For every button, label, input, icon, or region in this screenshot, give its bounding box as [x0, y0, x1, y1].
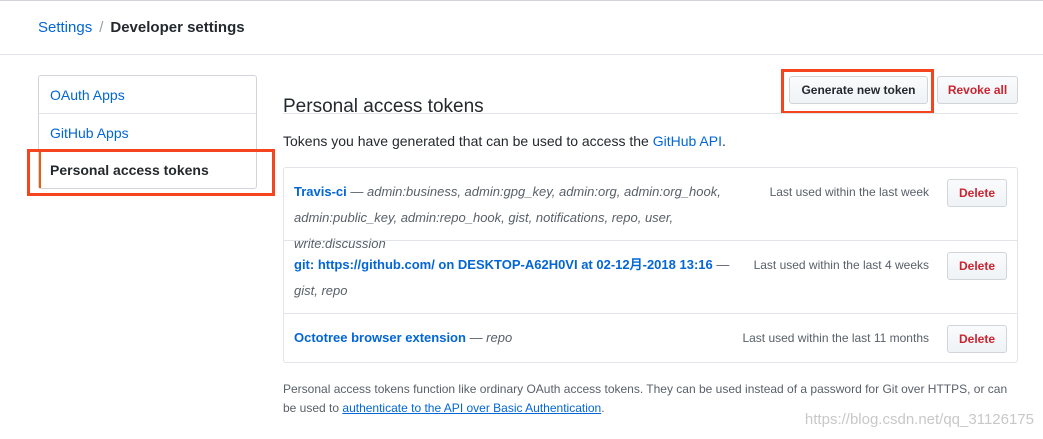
header-divider — [0, 54, 1043, 55]
token-name-link[interactable]: Travis-ci — [294, 184, 347, 199]
generate-new-token-button[interactable]: Generate new token — [789, 76, 928, 104]
token-name-link[interactable]: Octotree browser extension — [294, 330, 466, 345]
token-description: git: https://github.com/ on DESKTOP-A62H… — [294, 252, 739, 304]
basic-auth-link[interactable]: authenticate to the API over Basic Authe… — [342, 401, 601, 415]
token-description: Octotree browser extension — repo — [294, 325, 724, 351]
token-last-used: Last used within the last 4 weeks — [753, 258, 929, 272]
breadcrumb-separator: / — [99, 19, 104, 36]
watermark: https://blog.csdn.net/qq_31126175 — [804, 411, 1034, 428]
breadcrumb-current: Developer settings — [110, 19, 245, 36]
sidebar-item-personal-access-tokens[interactable]: Personal access tokens — [39, 152, 256, 188]
token-row: Travis-ci — admin:business, admin:gpg_ke… — [284, 168, 1017, 251]
intro-suffix: . — [721, 133, 726, 149]
intro-text: Tokens you have generated that can be us… — [283, 132, 726, 150]
delete-token-button[interactable]: Delete — [947, 252, 1007, 280]
delete-token-button[interactable]: Delete — [947, 325, 1007, 353]
token-list: Travis-ci — admin:business, admin:gpg_ke… — [283, 167, 1018, 363]
token-scopes: — repo — [465, 330, 513, 345]
token-last-used: Last used within the last 11 months — [742, 331, 929, 345]
breadcrumb: Settings / Developer settings — [38, 19, 245, 37]
token-last-used: Last used within the last week — [769, 185, 929, 199]
token-name-link[interactable]: git: https://github.com/ on DESKTOP-A62H… — [294, 257, 713, 272]
footer-text-end: . — [601, 401, 605, 415]
page-title: Personal access tokens — [283, 95, 484, 117]
top-border — [0, 0, 1043, 1]
sidebar-item-oauth-apps[interactable]: OAuth Apps — [39, 76, 256, 114]
title-divider — [283, 113, 1018, 114]
revoke-all-button[interactable]: Revoke all — [937, 76, 1018, 104]
token-row: Octotree browser extension — repo Last u… — [284, 314, 1017, 362]
delete-token-button[interactable]: Delete — [947, 179, 1007, 207]
sidebar-item-github-apps[interactable]: GitHub Apps — [39, 114, 256, 152]
github-api-link[interactable]: GitHub API — [653, 133, 722, 149]
breadcrumb-settings-link[interactable]: Settings — [38, 19, 92, 36]
intro-prefix: Tokens you have generated that can be us… — [283, 133, 653, 149]
token-row: git: https://github.com/ on DESKTOP-A62H… — [284, 241, 1017, 314]
developer-settings-menu: OAuth Apps GitHub Apps Personal access t… — [38, 75, 257, 189]
